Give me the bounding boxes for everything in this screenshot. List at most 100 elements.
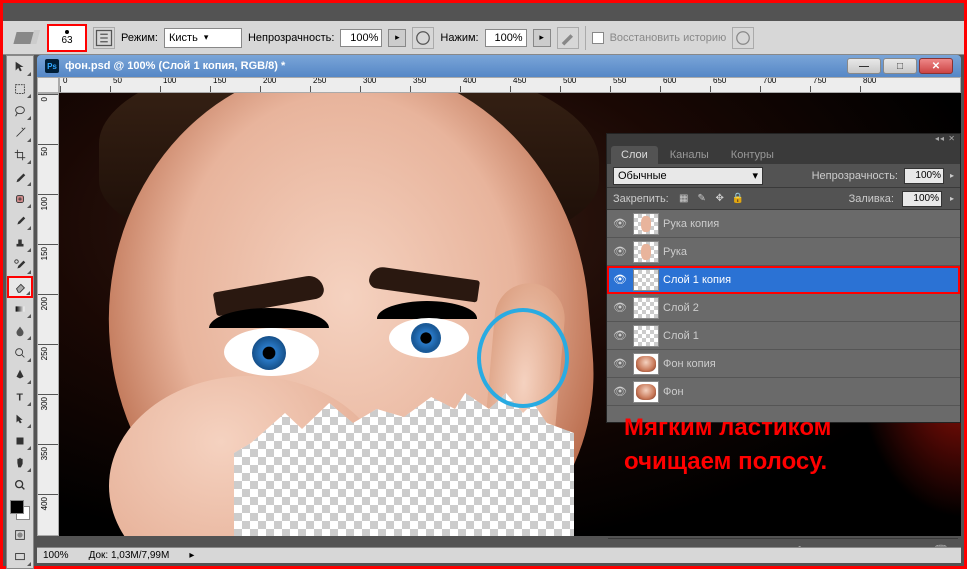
opacity-flyout-icon[interactable]: ▸ bbox=[950, 171, 954, 180]
layer-name[interactable]: Слой 1 bbox=[663, 330, 956, 342]
visibility-eye-icon[interactable]: 👁 bbox=[611, 355, 629, 373]
eyedropper-tool[interactable] bbox=[7, 166, 33, 188]
fg-color-swatch[interactable] bbox=[10, 500, 24, 514]
path-select-tool[interactable] bbox=[7, 408, 33, 430]
move-tool[interactable] bbox=[7, 56, 33, 78]
shape-tool[interactable] bbox=[7, 430, 33, 452]
main-menubar[interactable] bbox=[3, 3, 964, 21]
zoom-level[interactable]: 100% bbox=[43, 550, 69, 561]
layer-name[interactable]: Слой 2 bbox=[663, 302, 956, 314]
tablet-pressure-icon[interactable] bbox=[732, 27, 754, 49]
opacity-flyout[interactable]: ▸ bbox=[388, 29, 406, 47]
hand-tool[interactable] bbox=[7, 452, 33, 474]
current-tool-icon[interactable] bbox=[9, 26, 41, 50]
layer-name[interactable]: Слой 1 копия bbox=[663, 274, 956, 286]
layer-name[interactable]: Фон bbox=[663, 386, 956, 398]
opacity-pressure-icon[interactable] bbox=[412, 27, 434, 49]
maximize-button[interactable]: □ bbox=[883, 58, 917, 74]
lock-pixels-icon[interactable]: ✎ bbox=[695, 192, 709, 206]
flow-label: Нажим: bbox=[440, 32, 478, 44]
panel-dragbar[interactable]: ◂◂ ✕ bbox=[607, 134, 960, 142]
layer-thumbnail[interactable] bbox=[633, 353, 659, 375]
type-tool[interactable]: T bbox=[7, 386, 33, 408]
visibility-eye-icon[interactable]: 👁 bbox=[611, 215, 629, 233]
gradient-tool[interactable] bbox=[7, 298, 33, 320]
separator bbox=[585, 26, 586, 50]
visibility-eye-icon[interactable]: 👁 bbox=[611, 383, 629, 401]
eraser-mode-dropdown[interactable]: Кисть bbox=[164, 28, 242, 48]
document-title: фон.psd @ 100% (Слой 1 копия, RGB/8) * bbox=[65, 60, 285, 72]
close-button[interactable]: ✕ bbox=[919, 58, 953, 74]
fill-flyout-icon[interactable]: ▸ bbox=[950, 194, 954, 203]
layer-row[interactable]: 👁 Фон bbox=[607, 378, 960, 406]
layer-name[interactable]: Рука bbox=[663, 246, 956, 258]
ps-icon: Ps bbox=[45, 59, 59, 73]
visibility-eye-icon[interactable]: 👁 bbox=[611, 271, 629, 289]
brush-panel-toggle[interactable] bbox=[93, 27, 115, 49]
tab-paths[interactable]: Контуры bbox=[721, 146, 784, 164]
wand-tool[interactable] bbox=[7, 122, 33, 144]
lock-all-icon[interactable]: 🔒 bbox=[731, 192, 745, 206]
opacity-input[interactable] bbox=[340, 29, 382, 47]
brush-dot-icon bbox=[65, 30, 69, 34]
brush-preset-picker[interactable]: 63 bbox=[47, 24, 87, 52]
layer-thumbnail[interactable] bbox=[633, 381, 659, 403]
healing-tool[interactable] bbox=[7, 188, 33, 210]
layer-opacity-input[interactable] bbox=[904, 168, 944, 184]
tab-channels[interactable]: Каналы bbox=[660, 146, 719, 164]
lock-transparency-icon[interactable]: ▦ bbox=[677, 192, 691, 206]
blend-mode-dropdown[interactable]: Обычные bbox=[613, 167, 763, 185]
visibility-eye-icon[interactable]: 👁 bbox=[611, 243, 629, 261]
lasso-tool[interactable] bbox=[7, 100, 33, 122]
flow-input[interactable] bbox=[485, 29, 527, 47]
layer-row[interactable]: 👁 Слой 1 копия bbox=[607, 266, 960, 294]
stamp-tool[interactable] bbox=[7, 232, 33, 254]
brush-tool[interactable] bbox=[7, 210, 33, 232]
erase-history-label: Восстановить историю bbox=[610, 32, 727, 44]
image-eye-left bbox=[224, 328, 319, 376]
layer-row[interactable]: 👁 Слой 1 bbox=[607, 322, 960, 350]
ruler-horizontal[interactable]: 0501001502002503003504004505005506006507… bbox=[59, 77, 961, 93]
mode-label: Режим: bbox=[121, 32, 158, 44]
blur-tool[interactable] bbox=[7, 320, 33, 342]
document-titlebar[interactable]: Ps фон.psd @ 100% (Слой 1 копия, RGB/8) … bbox=[37, 55, 961, 77]
color-swatches[interactable] bbox=[7, 496, 33, 524]
layers-panel: ◂◂ ✕ Слои Каналы Контуры Обычные Непрозр… bbox=[606, 133, 961, 423]
lock-position-icon[interactable]: ✥ bbox=[713, 192, 727, 206]
ruler-vertical[interactable]: 050100150200250300350400450 bbox=[37, 93, 59, 536]
layer-row[interactable]: 👁 Фон копия bbox=[607, 350, 960, 378]
quickmask-toggle[interactable] bbox=[7, 524, 33, 546]
erase-history-checkbox[interactable] bbox=[592, 32, 604, 44]
dodge-tool[interactable] bbox=[7, 342, 33, 364]
tab-layers[interactable]: Слои bbox=[611, 146, 658, 164]
layer-thumbnail[interactable] bbox=[633, 213, 659, 235]
doc-size[interactable]: Док: 1,03M/7,99M bbox=[89, 550, 170, 561]
zoom-tool[interactable] bbox=[7, 474, 33, 496]
fill-input[interactable] bbox=[902, 191, 942, 207]
status-flyout[interactable]: ▸ bbox=[189, 550, 194, 561]
layer-row[interactable]: 👁 Рука bbox=[607, 238, 960, 266]
layer-thumbnail[interactable] bbox=[633, 325, 659, 347]
visibility-eye-icon[interactable]: 👁 bbox=[611, 327, 629, 345]
layer-row[interactable]: 👁 Слой 2 bbox=[607, 294, 960, 322]
layer-thumbnail[interactable] bbox=[633, 297, 659, 319]
minimize-button[interactable]: — bbox=[847, 58, 881, 74]
pen-tool[interactable] bbox=[7, 364, 33, 386]
brush-size-value: 63 bbox=[61, 35, 72, 46]
layer-name[interactable]: Рука копия bbox=[663, 218, 956, 230]
eraser-tool[interactable] bbox=[7, 276, 33, 298]
options-bar: 63 Режим: Кисть Непрозрачность: ▸ Нажим:… bbox=[3, 21, 964, 55]
visibility-eye-icon[interactable]: 👁 bbox=[611, 299, 629, 317]
layer-thumbnail[interactable] bbox=[633, 269, 659, 291]
airbrush-icon[interactable] bbox=[557, 27, 579, 49]
history-brush-tool[interactable] bbox=[7, 254, 33, 276]
ruler-origin[interactable] bbox=[37, 77, 59, 93]
screenmode-toggle[interactable] bbox=[7, 546, 33, 568]
flow-flyout[interactable]: ▸ bbox=[533, 29, 551, 47]
crop-tool[interactable] bbox=[7, 144, 33, 166]
layer-row[interactable]: 👁 Рука копия bbox=[607, 210, 960, 238]
layer-name[interactable]: Фон копия bbox=[663, 358, 956, 370]
opacity-label: Непрозрачность: bbox=[248, 32, 334, 44]
layer-thumbnail[interactable] bbox=[633, 241, 659, 263]
marquee-tool[interactable] bbox=[7, 78, 33, 100]
